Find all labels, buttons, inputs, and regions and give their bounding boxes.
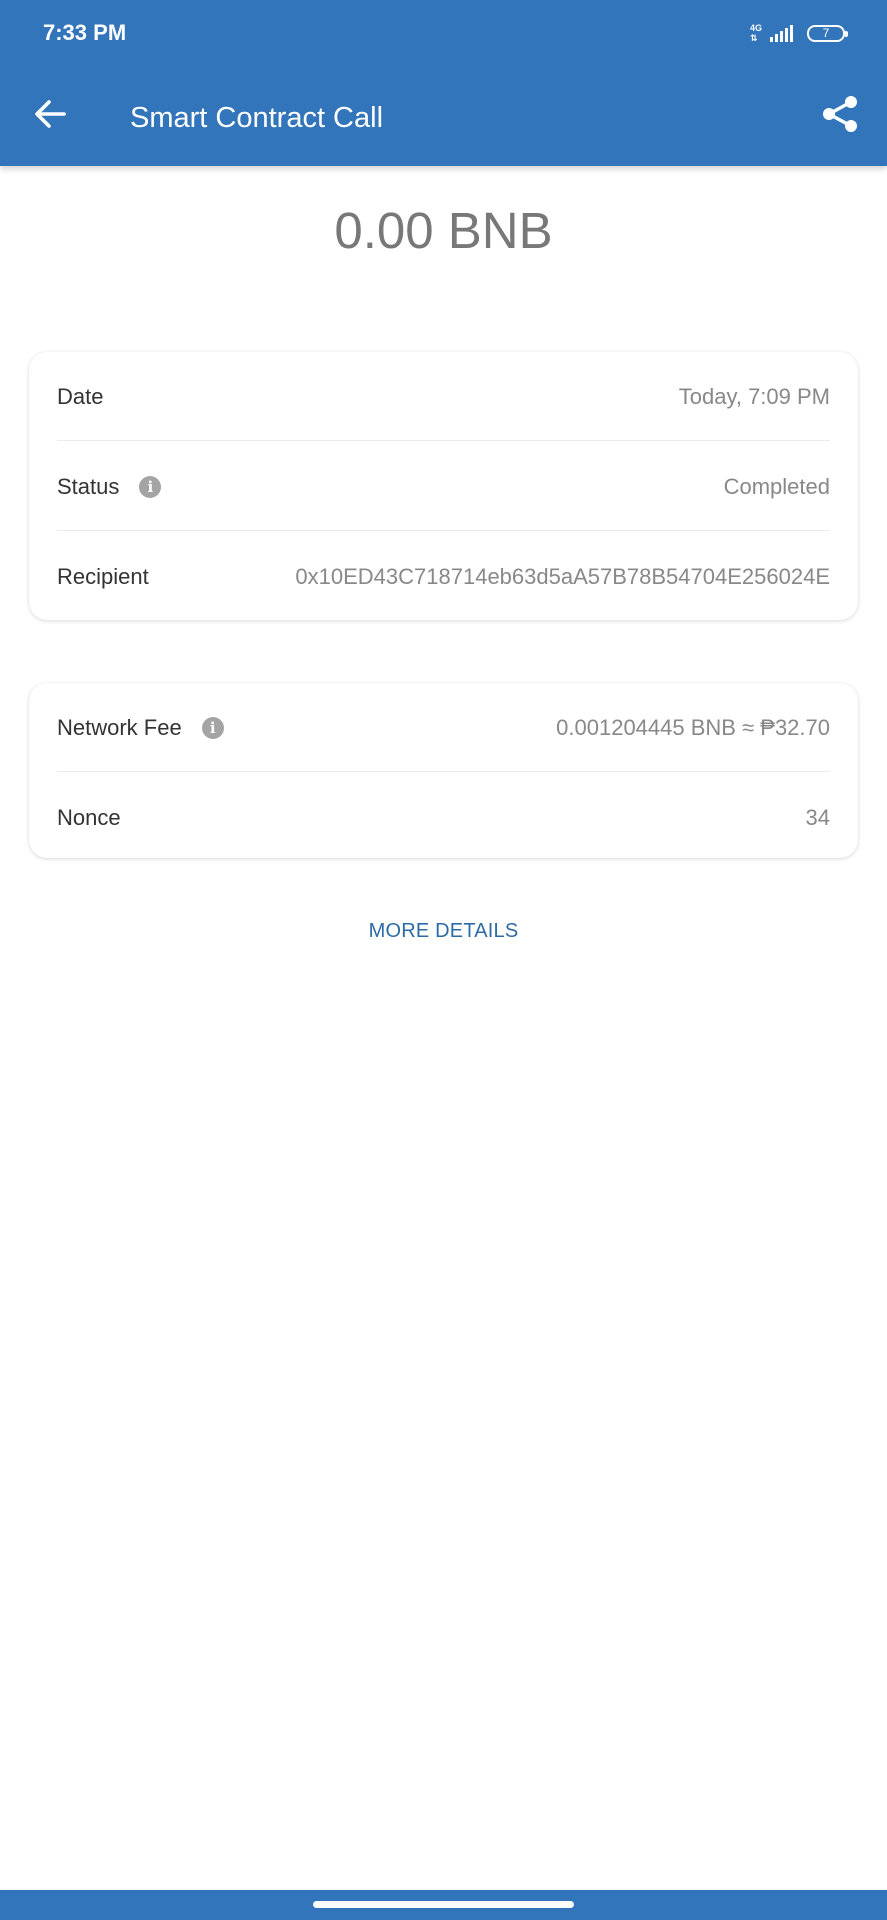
- status-value: Completed: [723, 473, 830, 499]
- recipient-row[interactable]: Recipient 0x10ED43C718714eb63d5aA57B78B5…: [57, 532, 830, 621]
- status-time: 7:33 PM: [43, 20, 127, 45]
- home-indicator[interactable]: [313, 1901, 574, 1908]
- network-type: 4G ⇅: [750, 23, 762, 43]
- date-label: Date: [57, 383, 104, 409]
- nonce-label: Nonce: [57, 804, 121, 830]
- transaction-details-card: Date Today, 7:09 PM Status i Completed R…: [29, 352, 858, 620]
- share-button[interactable]: [819, 93, 861, 135]
- nonce-value: 34: [805, 804, 830, 830]
- network-fee-info-icon[interactable]: i: [201, 716, 224, 739]
- back-button[interactable]: [30, 94, 70, 134]
- date-row: Date Today, 7:09 PM: [57, 352, 830, 441]
- recipient-label: Recipient: [57, 563, 149, 589]
- status-row: Status i Completed: [57, 442, 830, 531]
- network-type-label: 4G: [749, 23, 762, 33]
- transaction-amount: 0.00 BNB: [334, 202, 553, 259]
- page-title: Smart Contract Call: [130, 102, 384, 134]
- status-info-icon[interactable]: i: [139, 475, 162, 498]
- arrow-left-icon: [35, 100, 66, 128]
- data-arrows-icon: ⇅: [749, 33, 758, 43]
- system-nav-bar: [0, 1890, 887, 1920]
- recipient-address[interactable]: 0x10ED43C718714eb63d5aA57B78B54704E25602…: [295, 564, 830, 590]
- fee-details-card: Network Fee i 0.001204445 BNB ≈ ₱32.70 N…: [29, 683, 858, 858]
- battery-level: 7: [822, 26, 830, 40]
- network-fee-label: Network Fee: [57, 714, 182, 740]
- network-fee-label-group: Network Fee i: [57, 715, 224, 741]
- share-icon: [823, 96, 857, 132]
- status-label: Status: [57, 473, 120, 499]
- date-value: Today, 7:09 PM: [678, 383, 830, 409]
- signal-icon: [770, 24, 793, 42]
- nonce-row: Nonce 34: [57, 773, 830, 862]
- network-fee-value: 0.001204445 BNB ≈ ₱32.70: [556, 714, 830, 740]
- battery-icon: 7: [807, 24, 848, 42]
- status-indicators: 4G ⇅ 7: [750, 18, 848, 48]
- app-bar: 7:33 PM 4G ⇅ 7 Smart Contract Call: [0, 0, 887, 166]
- status-label-group: Status i: [57, 473, 162, 500]
- more-details-button[interactable]: MORE DETAILS: [0, 916, 887, 946]
- network-fee-row: Network Fee i 0.001204445 BNB ≈ ₱32.70: [57, 683, 830, 772]
